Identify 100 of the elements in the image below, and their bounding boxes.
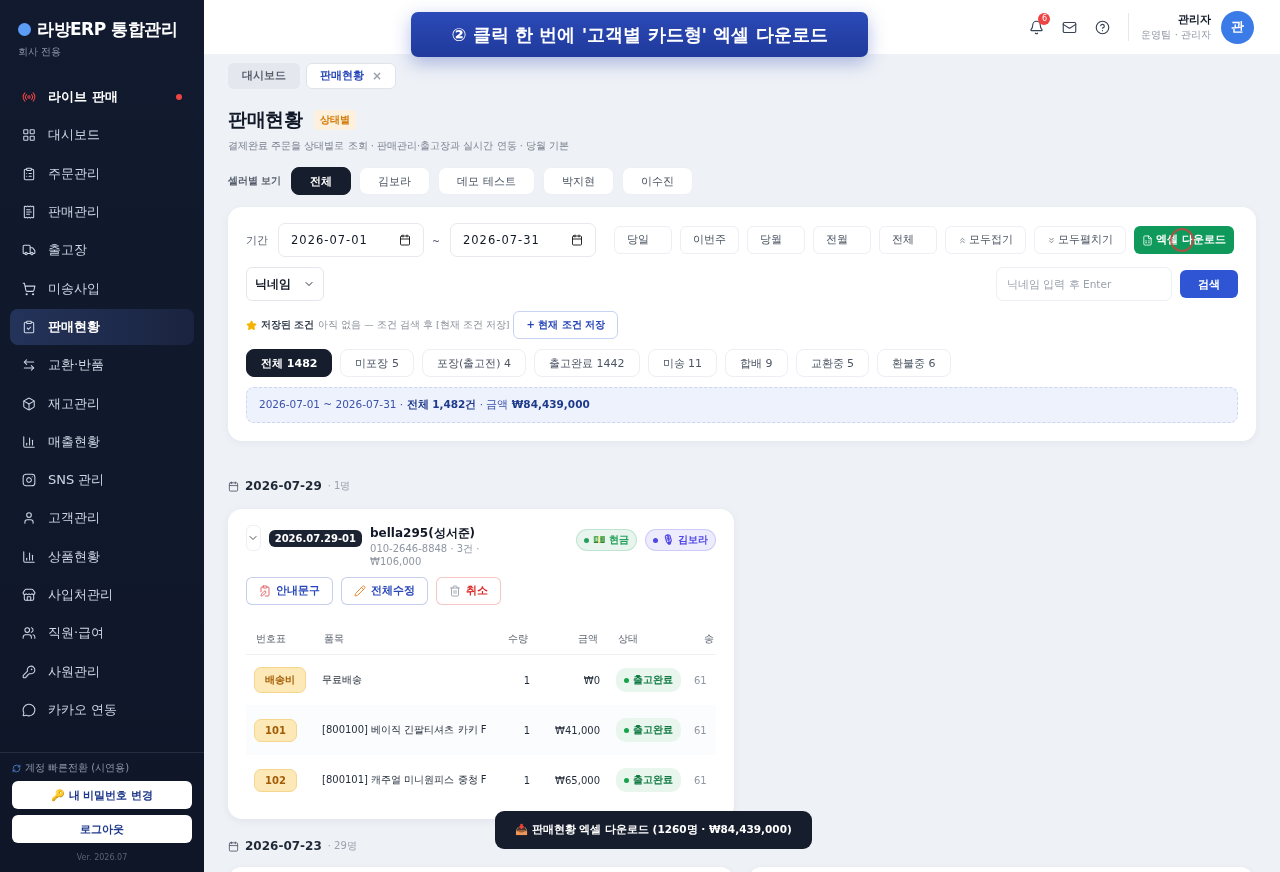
key-icon — [22, 664, 36, 679]
calendar-icon — [228, 840, 239, 852]
calendar-icon — [399, 234, 411, 246]
quick-range-button[interactable]: 이번주 — [679, 226, 739, 254]
calendar-icon — [570, 234, 583, 246]
camera-icon — [22, 473, 36, 488]
page-description: 결제완료 주문을 상태별로 조회 · 판매관리·출고장과 실시간 연동 · 당월 기본 — [228, 139, 571, 153]
sidebar-item[interactable]: 상품현황 — [10, 538, 194, 575]
ticket-number: 배송비 — [254, 667, 306, 693]
users-icon — [22, 626, 36, 641]
logo-dot-icon — [18, 23, 31, 36]
cube-icon — [22, 396, 36, 411]
sidebar-item[interactable]: 출고장 — [10, 232, 194, 269]
sidebar-item[interactable]: SNS 관리 — [10, 461, 194, 499]
user-role: 운영팀 · 관리자 — [1141, 28, 1211, 42]
customer-name: bella295(성서준) — [370, 525, 477, 542]
store-icon — [22, 588, 36, 602]
status-tab[interactable]: 출고완료 1442 — [534, 349, 640, 377]
notification-count: 6 — [1038, 12, 1051, 25]
ticket-number: 102 — [254, 768, 297, 792]
status-tab[interactable]: 환불중 6 — [877, 349, 951, 377]
notice-button[interactable]: 안내문구 — [246, 577, 333, 605]
signal-icon — [22, 90, 36, 105]
sidebar-item[interactable]: 대시보드 — [10, 117, 194, 154]
page-tab[interactable]: 대시보드 — [228, 63, 300, 89]
user-avatar[interactable]: 관 — [1221, 10, 1254, 44]
seller-filter-tab[interactable]: 김보라 — [359, 167, 431, 195]
amount-cell: ₩41,000 — [538, 705, 608, 755]
sidebar-item[interactable]: 사원관리 — [10, 653, 194, 690]
status-tab[interactable]: 교환중 5 — [795, 349, 870, 377]
group-count: · 29명 — [327, 839, 357, 853]
summary-bar: 2026-07-01 ~ 2026-07-31 · 전체 1,482건 · 금액 ₩84,439,000 — [246, 387, 1238, 423]
edit-all-button[interactable]: 전체수정 — [341, 577, 428, 605]
cart-icon — [22, 281, 36, 296]
sidebar-item[interactable]: 주문관리 — [10, 155, 194, 192]
table-cell: 61 — [694, 724, 707, 736]
sidebar-item[interactable]: 사입처관리 — [10, 576, 194, 614]
seller-filter-tab[interactable]: 전체 — [291, 167, 352, 195]
pencil-icon — [354, 585, 366, 597]
expand-toggle[interactable] — [246, 525, 261, 551]
switch-note: 계정 빠른전환 (시연용) — [25, 761, 130, 775]
change-password-button[interactable]: 🔑 내 비밀번호 변경 — [12, 781, 192, 809]
search-field[interactable]: 닉네임 입력 후 Enter — [996, 267, 1172, 301]
collapse-all-button[interactable]: 모두접기 — [944, 226, 1026, 254]
order-code: 2026.07.29-01 — [268, 530, 363, 547]
logout-button[interactable]: 로그아웃 — [12, 815, 192, 843]
sidebar-item[interactable]: 직원·급여 — [10, 615, 194, 652]
sidebar-item[interactable]: 카카오 연동 — [10, 691, 194, 729]
sidebar-item[interactable]: 라이브 판매 — [10, 79, 194, 116]
sidebar-item[interactable]: 고객관리 — [10, 500, 194, 537]
clipboard-icon — [22, 166, 36, 181]
search-button[interactable]: 검색 — [1180, 270, 1238, 298]
calendar-icon — [228, 480, 239, 492]
sidebar-item[interactable]: 미송사입 — [10, 270, 194, 307]
mail-icon — [1062, 19, 1078, 35]
quick-range-button[interactable]: 전월 — [812, 226, 871, 254]
user-icon — [22, 511, 36, 526]
page-tab[interactable]: 판매현황 × — [306, 63, 397, 89]
sidebar-item[interactable]: 재고관리 — [10, 385, 194, 422]
status-tab[interactable]: 미송 11 — [647, 349, 718, 377]
cancel-button[interactable]: 취소 — [436, 577, 501, 605]
sidebar-item[interactable]: 매출현황 — [10, 423, 194, 460]
bar-chart-icon — [22, 434, 36, 449]
status-badge: 출고완료 — [616, 668, 681, 692]
expand-all-button[interactable]: 모두펼치기 — [1033, 226, 1126, 254]
sidebar-item[interactable]: 판매현황 — [10, 308, 194, 346]
group-date: 2026-07-23 — [245, 839, 322, 853]
app-subtitle: 회사 전용 — [18, 45, 63, 59]
title-badge: 상태별 — [314, 110, 356, 130]
search-type-select[interactable]: 닉네임 — [246, 267, 324, 301]
status-tab[interactable]: 합배 9 — [725, 349, 788, 377]
seller-filter-tab[interactable]: 이수진 — [621, 167, 693, 195]
order-meta: 010-2646-8848 · 3건 · — [370, 542, 481, 556]
end-date-field[interactable]: 2026-07-31 — [449, 223, 596, 257]
status-tab[interactable]: 미포장 5 — [340, 349, 414, 377]
save-condition-button[interactable]: + 현재 조건 저장 — [513, 311, 619, 339]
order-total: ₩106,000 — [370, 556, 423, 567]
bell-icon — [1029, 19, 1045, 35]
sidebar-item[interactable]: 교환·반품 — [10, 347, 194, 384]
live-dot-icon — [176, 94, 182, 101]
receipt-icon — [22, 205, 36, 220]
sidebar-item[interactable]: 판매관리 — [10, 193, 194, 231]
star-icon — [246, 319, 257, 331]
seller-filter-tab[interactable]: 박지현 — [542, 167, 614, 195]
grid-icon — [22, 128, 36, 143]
status-tab[interactable]: 전체 1482 — [246, 349, 333, 377]
range-separator: ~ — [432, 234, 440, 246]
group-count: · 1명 — [327, 479, 351, 493]
quick-range-button[interactable]: 당일 — [613, 226, 672, 254]
table-cell: 61 — [694, 674, 707, 686]
help-icon — [1095, 19, 1111, 35]
trash-icon — [449, 585, 461, 597]
seller-filter-tab[interactable]: 데모 테스트 — [438, 167, 535, 195]
quick-range-button[interactable]: 당월 — [746, 226, 805, 254]
quick-range-button[interactable]: 전체 — [878, 226, 937, 254]
status-tab[interactable]: 포장(출고전) 4 — [421, 349, 527, 377]
start-date-field[interactable]: 2026-07-01 — [278, 223, 424, 257]
quantity-cell: 1 — [500, 705, 538, 755]
tutorial-banner: ② 클릭 한 번에 '고객별 카드형' 엑셀 다운로드 — [411, 12, 868, 57]
bar-chart-icon — [22, 549, 36, 564]
